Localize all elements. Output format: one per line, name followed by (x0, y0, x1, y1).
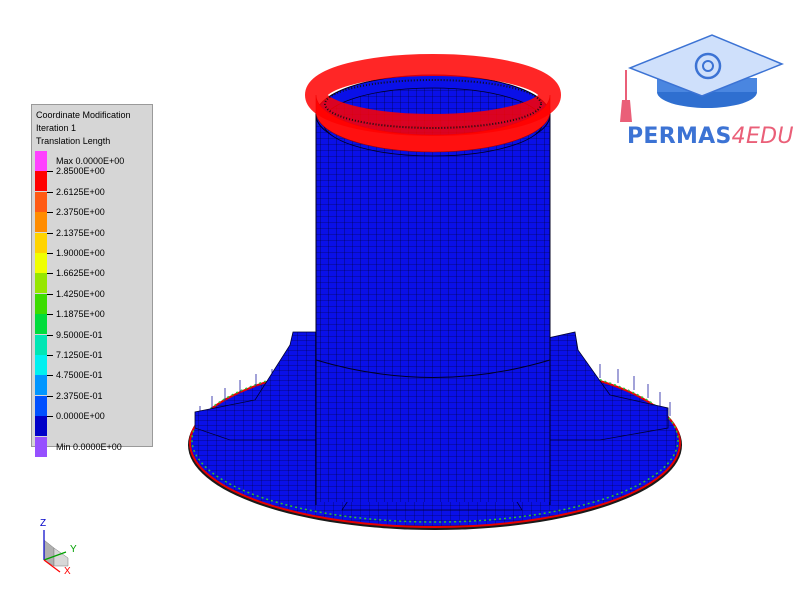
legend-swatch (35, 273, 47, 294)
axis-label-x: X (64, 566, 71, 577)
legend-tick (47, 355, 53, 356)
legend-swatch (35, 191, 47, 212)
axis-label-y: Y (70, 544, 77, 555)
legend-swatch (35, 314, 47, 335)
legend-tick (47, 273, 53, 275)
legend-label: 2.6125E+00 (56, 186, 105, 197)
legend-swatch (35, 395, 47, 416)
graduation-cap-icon (620, 34, 784, 122)
legend-quantity: Translation Length (36, 136, 111, 146)
legend-swatch (35, 151, 47, 171)
legend-label: 0.0000E+00 (56, 411, 105, 422)
legend-swatch (35, 171, 47, 192)
legend-swatch (35, 334, 47, 355)
axis-triad: Z Y X (30, 518, 90, 580)
legend-tick (47, 416, 53, 418)
legend-label: 2.1375E+00 (56, 227, 105, 238)
legend-label: 2.8500E+00 (56, 166, 105, 177)
legend-tick (47, 314, 53, 316)
logo-text: PERMAS4EDU (627, 124, 794, 149)
legend-swatch (35, 436, 47, 457)
legend-subtitle: Iteration 1 (36, 123, 77, 133)
legend-swatch (35, 253, 47, 273)
legend-label: 1.9000E+00 (56, 248, 105, 258)
legend-label: 1.1875E+00 (56, 309, 105, 320)
logo-text-4edu: 4EDU (731, 124, 794, 149)
legend-tick (47, 375, 53, 377)
logo-text-permas: PERMAS (627, 124, 732, 149)
legend-swatch (35, 416, 47, 437)
legend-swatch (35, 232, 47, 253)
legend-swatch (35, 355, 47, 375)
legend-tick (47, 212, 53, 214)
legend-label: Max 0.0000E+00 (56, 156, 125, 166)
legend-tick (47, 191, 53, 193)
legend-label: 1.4250E+00 (56, 288, 105, 299)
legend-label: 2.3750E-01 (56, 390, 103, 401)
legend-swatch (35, 375, 47, 396)
legend-tick (47, 395, 53, 397)
legend-label: 1.6625E+00 (56, 268, 105, 279)
legend-tick (47, 293, 53, 295)
legend-label: Min 0.0000E+00 (56, 441, 122, 452)
legend-title: Coordinate Modification (36, 110, 131, 120)
legend-label: 9.5000E-01 (56, 329, 103, 340)
triad-icon (43, 530, 69, 573)
legend-swatch (35, 293, 47, 314)
legend-label: 2.3750E+00 (56, 207, 105, 218)
legend-tick (47, 232, 53, 234)
axis-label-z: Z (40, 518, 47, 529)
legend-label: 7.1250E-01 (56, 350, 103, 360)
legend-swatch (35, 212, 47, 233)
legend-tick (47, 253, 53, 254)
legend-tick (47, 171, 53, 173)
legend-label: 4.7500E-01 (56, 370, 103, 381)
legend-tick (47, 334, 53, 336)
color-legend: Coordinate Modification Iteration 1 Tran… (31, 104, 153, 457)
